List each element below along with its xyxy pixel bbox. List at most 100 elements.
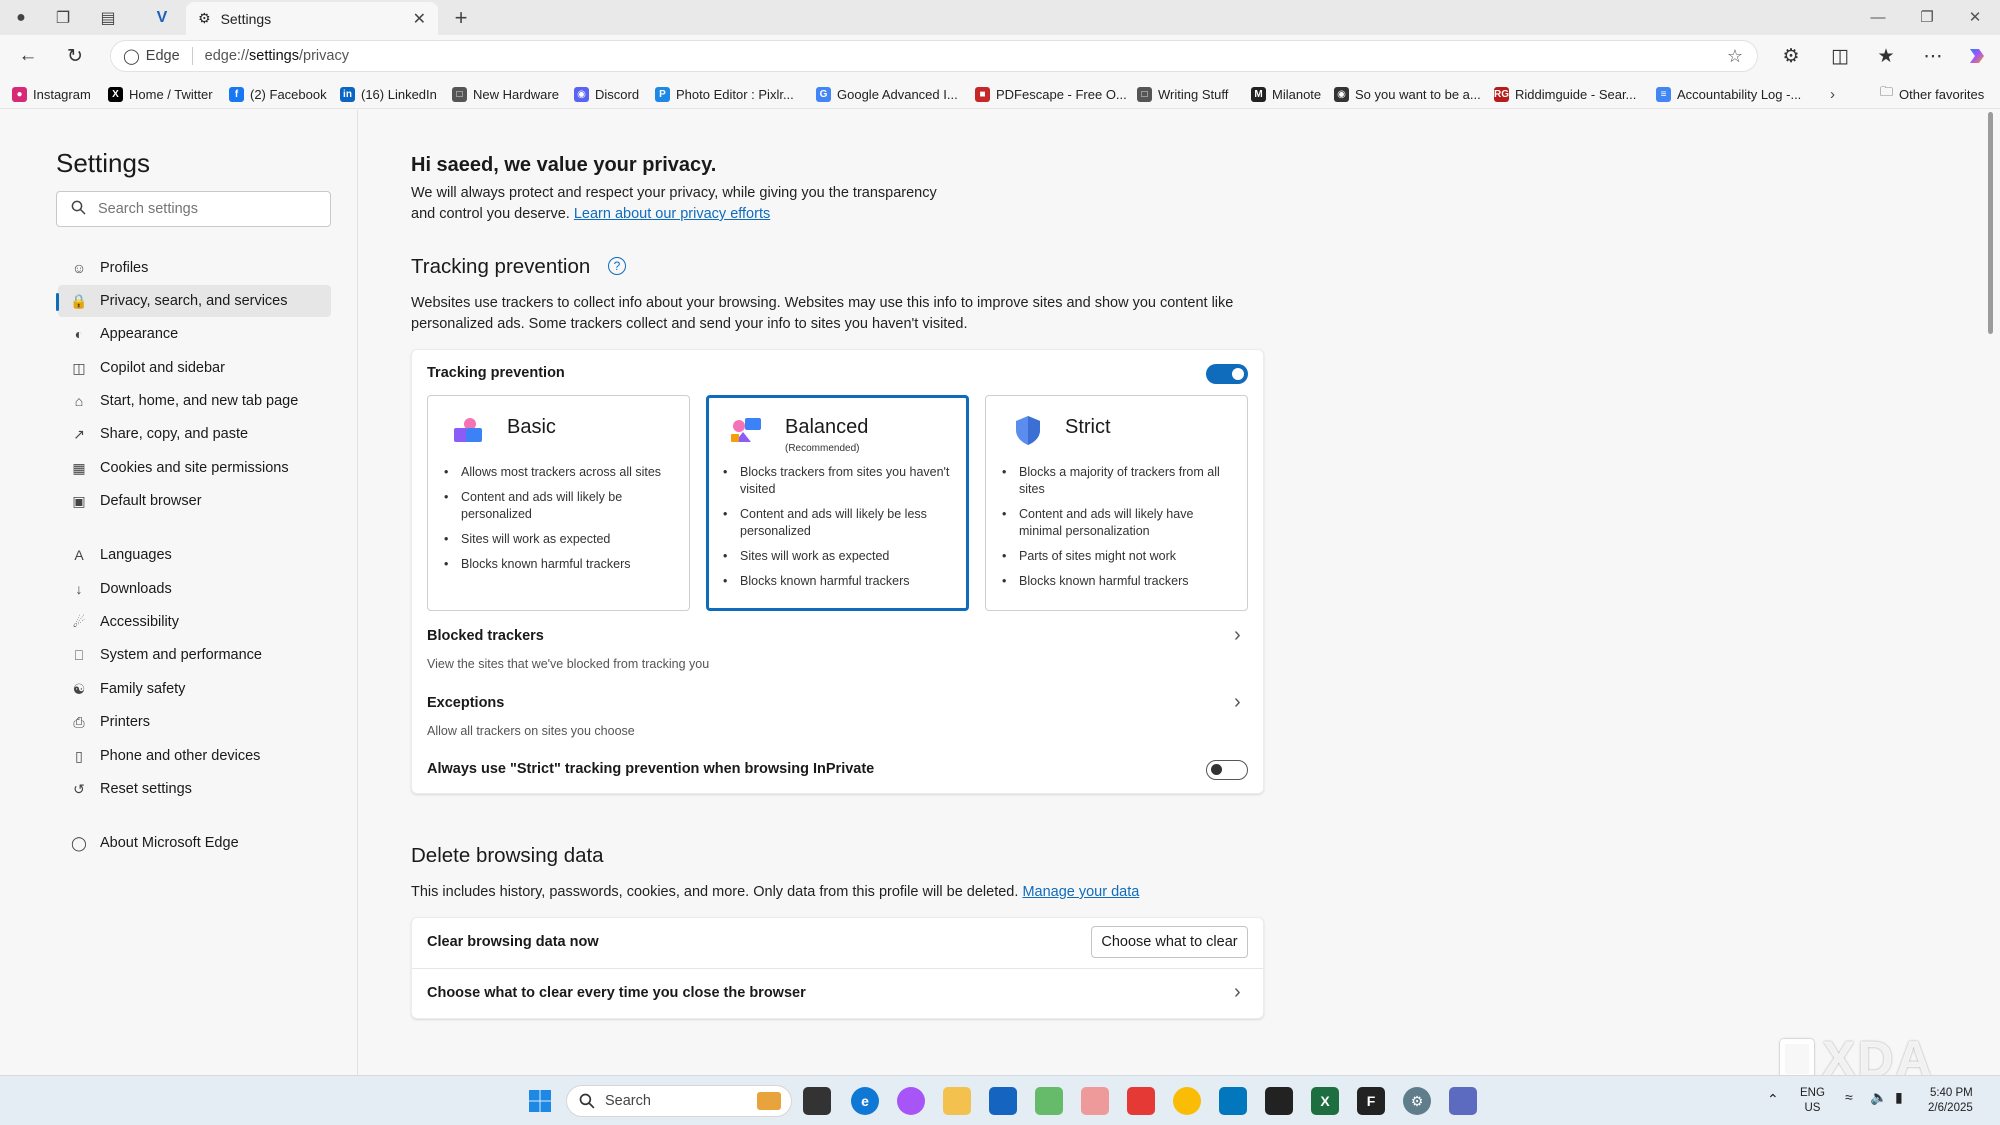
favorite-item[interactable]: ■ PDFescape - Free O...: [975, 85, 1127, 103]
favorite-item[interactable]: ≡ Accountability Log -...: [1656, 85, 1801, 103]
scrollbar-thumb[interactable]: [1988, 112, 1993, 334]
sidebar-item-appearance[interactable]: ◐ Appearance: [58, 318, 331, 350]
sidebar-item-downloads[interactable]: ↓ Downloads: [58, 573, 331, 605]
chevron-right-icon[interactable]: ›: [1234, 624, 1241, 647]
clock[interactable]: 5:40 PM 2/6/2025: [1928, 1086, 1973, 1116]
favorite-item[interactable]: P Photo Editor : Pixlr...: [655, 85, 794, 103]
search-box[interactable]: [56, 191, 331, 227]
option-balanced[interactable]: Balanced (Recommended) Blocks trackers f…: [706, 395, 969, 611]
favorite-item[interactable]: in (16) LinkedIn: [340, 85, 437, 103]
folder-icon: 🗀: [1880, 84, 1894, 99]
windows-start-icon[interactable]: [526, 1087, 554, 1115]
other-favorites[interactable]: 🗀 Other favorites: [1880, 84, 1984, 103]
tracking-prevention-toggle[interactable]: [1206, 364, 1248, 384]
settings-taskbar-icon[interactable]: ⚙: [1403, 1087, 1431, 1115]
favorite-item[interactable]: □ Writing Stuff: [1137, 85, 1228, 103]
sidebar-item-start-home-and-new-tab-page[interactable]: ⌂ Start, home, and new tab page: [58, 385, 331, 417]
sidebar-item-family-safety[interactable]: ☯ Family safety: [58, 673, 331, 705]
taskbar-search[interactable]: Search: [566, 1085, 792, 1117]
option-basic[interactable]: Basic Allows most trackers across all si…: [427, 395, 690, 611]
extensions-icon[interactable]: ⚙: [1779, 44, 1803, 68]
app-icon[interactable]: [1219, 1087, 1247, 1115]
excel-icon[interactable]: X: [1311, 1087, 1339, 1115]
manage-data-link[interactable]: Manage your data: [1022, 884, 1139, 900]
sidebar-item-privacy-search-and-services[interactable]: 🔒 Privacy, search, and services: [56, 285, 331, 317]
favorites-icon[interactable]: ★: [1874, 44, 1898, 68]
sidebar-item-printers[interactable]: ⎙ Printers: [58, 706, 331, 738]
wifi-icon[interactable]: ≈: [1845, 1090, 1853, 1105]
favorite-star-icon[interactable]: ☆: [1727, 46, 1743, 67]
refresh-icon[interactable]: ↻: [63, 44, 87, 68]
edge-taskbar-icon[interactable]: e: [851, 1087, 879, 1115]
system-icon: ⎕: [74, 646, 84, 663]
sidebar-item-cookies-and-site-permissions[interactable]: ▦ Cookies and site permissions: [58, 452, 331, 484]
pinned-tab-icon[interactable]: V: [151, 7, 173, 29]
help-icon[interactable]: ?: [607, 257, 626, 275]
back-icon[interactable]: ←: [16, 44, 40, 68]
file-explorer-icon[interactable]: [943, 1087, 971, 1115]
favorite-item[interactable]: □ New Hardware: [452, 85, 559, 103]
workspaces-icon[interactable]: ❐: [52, 7, 74, 29]
site-identity[interactable]: ◯ Edge: [123, 47, 193, 65]
blocked-trackers-title[interactable]: Blocked trackers: [427, 628, 544, 644]
favorite-item[interactable]: G Google Advanced I...: [816, 85, 958, 103]
app-icon[interactable]: [1081, 1087, 1109, 1115]
sidebar-item-share-copy-and-paste[interactable]: ↗ Share, copy, and paste: [58, 418, 331, 450]
option-strict[interactable]: Strict Blocks a majority of trackers fro…: [985, 395, 1248, 611]
favorite-item[interactable]: ◉ Discord: [574, 85, 639, 103]
sidebar-item-accessibility[interactable]: ☄ Accessibility: [58, 606, 331, 638]
chevron-right-icon[interactable]: ›: [1234, 691, 1241, 714]
restore-icon[interactable]: ❐: [1913, 6, 1941, 28]
tab-settings[interactable]: ⚙ Settings ✕: [186, 2, 438, 35]
app-icon[interactable]: [1127, 1087, 1155, 1115]
favorite-item[interactable]: ◉ So you want to be a...: [1334, 85, 1481, 103]
clear-on-close-label[interactable]: Choose what to clear every time you clos…: [427, 985, 806, 1001]
app-icon[interactable]: F: [1357, 1087, 1385, 1115]
search-input[interactable]: [98, 201, 318, 217]
copilot-taskbar-icon[interactable]: [897, 1087, 925, 1115]
inprivate-strict-label: Always use "Strict" tracking prevention …: [427, 761, 875, 777]
volume-icon[interactable]: 🔈: [1870, 1090, 1887, 1105]
favorite-item[interactable]: M Milanote: [1251, 85, 1321, 103]
exceptions-title[interactable]: Exceptions: [427, 695, 504, 711]
new-tab-button[interactable]: +: [448, 5, 474, 31]
url-text[interactable]: edge://settings/privacy: [193, 48, 349, 64]
sidebar-item-system-and-performance[interactable]: ⎕ System and performance: [58, 639, 331, 671]
sidebar-item-languages[interactable]: A Languages: [58, 539, 331, 571]
sidebar-item-phone-and-other-devices[interactable]: ▯ Phone and other devices: [58, 740, 331, 772]
sidebar-item-copilot-and-sidebar[interactable]: ◫ Copilot and sidebar: [58, 352, 331, 384]
language-indicator[interactable]: ENG US: [1800, 1086, 1825, 1116]
favorite-item[interactable]: f (2) Facebook: [229, 85, 327, 103]
battery-icon[interactable]: ▮: [1895, 1090, 1903, 1105]
minimize-icon[interactable]: —: [1864, 6, 1892, 28]
app-icon[interactable]: [1265, 1087, 1293, 1115]
sidebar-item-reset-settings[interactable]: ↺ Reset settings: [58, 773, 331, 805]
favorite-item[interactable]: X Home / Twitter: [108, 85, 213, 103]
favorite-item[interactable]: ● Instagram: [12, 85, 91, 103]
chrome-icon[interactable]: [1173, 1087, 1201, 1115]
taskbar: Search e X F ⚙ ⌃ ENG US ≈ 🔈 ▮ 5:40 PM 2/…: [0, 1075, 2000, 1125]
chevron-right-icon[interactable]: ›: [1234, 981, 1241, 1004]
choose-what-to-clear-button[interactable]: Choose what to clear: [1091, 926, 1248, 958]
copilot-icon[interactable]: [1965, 44, 1989, 68]
task-view-icon[interactable]: [803, 1087, 831, 1115]
sidebar-item-default-browser[interactable]: ▣ Default browser: [58, 485, 331, 517]
linkedin-icon: in: [340, 86, 355, 102]
vertical-tabs-icon[interactable]: ▤: [97, 7, 119, 29]
privacy-efforts-link[interactable]: Learn about our privacy efforts: [574, 206, 770, 222]
more-icon[interactable]: ⋯: [1921, 44, 1945, 68]
close-tab-icon[interactable]: ✕: [413, 9, 426, 29]
calculator-icon[interactable]: [1449, 1087, 1477, 1115]
more-favorites-chevron-icon[interactable]: ›: [1830, 85, 1835, 103]
split-screen-icon[interactable]: ◫: [1828, 44, 1852, 68]
close-window-icon[interactable]: ✕: [1961, 6, 1989, 28]
sidebar-item-profiles[interactable]: ☺ Profiles: [58, 252, 331, 284]
address-bar[interactable]: ◯ Edge edge://settings/privacy ☆: [110, 40, 1758, 72]
inprivate-strict-toggle[interactable]: [1206, 760, 1248, 780]
app-icon[interactable]: [1035, 1087, 1063, 1115]
sidebar-item-about-microsoft-edge[interactable]: ◯ About Microsoft Edge: [58, 827, 331, 859]
store-icon[interactable]: [989, 1087, 1017, 1115]
tray-chevron-icon[interactable]: ⌃: [1767, 1092, 1779, 1107]
favorite-item[interactable]: RG Riddimguide - Sear...: [1494, 85, 1636, 103]
profile-icon[interactable]: ●: [10, 7, 32, 29]
